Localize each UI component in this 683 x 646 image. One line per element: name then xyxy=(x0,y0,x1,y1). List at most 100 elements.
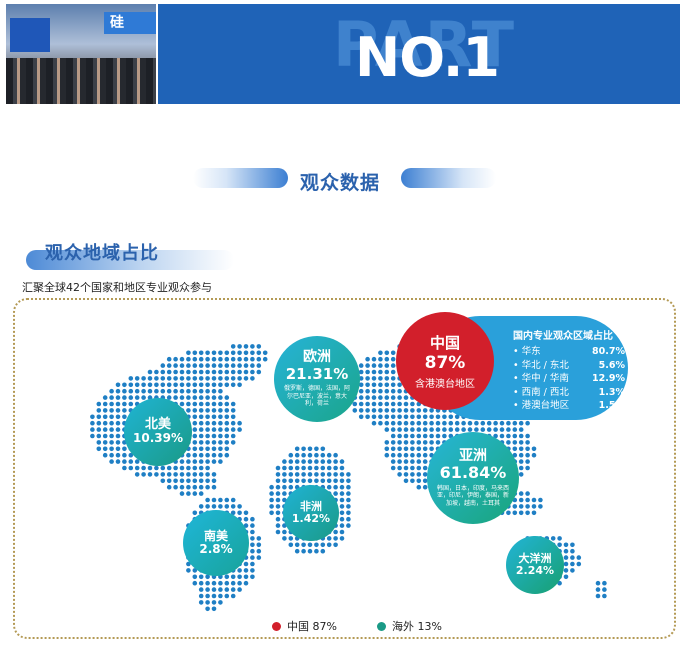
map-dot xyxy=(410,452,415,458)
map-dot xyxy=(371,376,377,381)
map-dot xyxy=(365,369,370,375)
map-dot xyxy=(269,491,274,496)
map-dot xyxy=(301,459,306,464)
map-dot xyxy=(211,414,217,420)
map-dot xyxy=(186,388,191,394)
bubble-europe-value: 21.31% xyxy=(285,364,349,383)
map-dot xyxy=(346,484,351,490)
map-dot xyxy=(378,395,383,400)
map-dot xyxy=(186,350,191,356)
map-dot xyxy=(166,478,172,484)
map-dot xyxy=(512,433,518,439)
map-dot xyxy=(198,446,204,452)
map-dot xyxy=(102,401,108,407)
map-dot xyxy=(192,452,198,458)
map-dot xyxy=(333,529,338,535)
bubble-south-america: 南美 2.8% xyxy=(183,510,249,576)
map-dot xyxy=(141,382,146,388)
map-dot xyxy=(115,446,121,452)
domestic-row: 华中 / 华南 12.9% xyxy=(513,372,625,386)
map-dot xyxy=(390,376,396,381)
map-dot xyxy=(160,472,166,477)
map-dot xyxy=(237,504,242,509)
map-dot xyxy=(346,497,351,503)
map-dot xyxy=(320,472,326,477)
map-dot xyxy=(115,388,121,394)
map-dot xyxy=(211,440,217,445)
map-dot xyxy=(378,382,383,388)
map-dot xyxy=(211,459,217,464)
map-dot xyxy=(230,433,236,439)
map-dot xyxy=(166,388,172,394)
map-dot xyxy=(186,491,191,496)
map-dot xyxy=(256,344,262,349)
map-dot xyxy=(262,356,268,362)
map-dot xyxy=(429,440,434,445)
map-dot xyxy=(410,446,415,452)
map-dot xyxy=(109,420,114,426)
map-dot xyxy=(294,459,300,464)
map-dot xyxy=(141,388,146,394)
map-dot xyxy=(602,593,607,599)
map-dot xyxy=(390,369,396,375)
map-dot xyxy=(358,408,364,413)
map-dot xyxy=(96,414,102,420)
map-dot xyxy=(384,388,390,394)
bubble-asia-name: 亚洲 xyxy=(459,447,487,464)
map-dot xyxy=(602,580,607,586)
map-dot xyxy=(320,478,326,484)
map-dot xyxy=(134,395,140,400)
map-dot xyxy=(326,478,332,484)
map-dot xyxy=(237,376,242,381)
map-dot xyxy=(307,472,313,477)
map-dot xyxy=(525,420,530,426)
map-dot xyxy=(250,568,255,573)
map-dot xyxy=(563,555,569,560)
map-dot xyxy=(224,504,230,509)
map-dot xyxy=(173,395,178,400)
map-dot xyxy=(211,388,217,394)
map-dot xyxy=(384,376,390,381)
bubble-oceania-name: 大洋洲 xyxy=(518,551,552,565)
map-dot xyxy=(224,401,230,407)
map-dot xyxy=(198,433,204,439)
map-dot xyxy=(326,472,332,477)
bubble-asia-countries: 韩国，日本，印度，马来西亚，印尼，伊朗，泰国，新加坡，越南，土耳其 xyxy=(436,484,509,507)
subsection-title: 观众地域占比 xyxy=(45,243,159,264)
map-dot xyxy=(467,420,473,426)
map-dot xyxy=(218,420,223,426)
bubble-north-america-name: 北美 xyxy=(144,416,171,432)
map-dot xyxy=(134,465,140,471)
map-dot xyxy=(230,363,236,368)
map-dot xyxy=(525,504,530,509)
map-dot xyxy=(416,414,422,420)
map-dot xyxy=(384,414,390,420)
map-dot xyxy=(205,420,210,426)
map-dot xyxy=(218,376,223,381)
map-dot xyxy=(448,420,454,426)
map-dot xyxy=(282,529,287,535)
map-dot xyxy=(237,568,242,573)
map-dot xyxy=(109,427,114,432)
map-dot xyxy=(410,408,415,413)
map-dot xyxy=(147,388,153,394)
map-dot xyxy=(512,420,518,426)
map-dot xyxy=(326,465,332,471)
map-dot xyxy=(288,484,294,490)
map-dot xyxy=(205,504,210,509)
map-dot xyxy=(166,465,172,471)
domestic-row-name: 华中 / 华南 xyxy=(513,372,569,386)
map-dot xyxy=(192,401,198,407)
map-dot xyxy=(224,580,230,586)
map-dot xyxy=(205,356,210,362)
map-dot xyxy=(518,440,524,445)
map-dot xyxy=(166,382,172,388)
map-dot xyxy=(294,472,300,477)
map-dot xyxy=(128,382,134,388)
map-dot xyxy=(301,478,306,484)
map-dot xyxy=(230,376,236,381)
map-dot xyxy=(205,452,210,458)
map-dot xyxy=(243,344,249,349)
map-dot xyxy=(333,472,338,477)
map-dot xyxy=(378,401,383,407)
